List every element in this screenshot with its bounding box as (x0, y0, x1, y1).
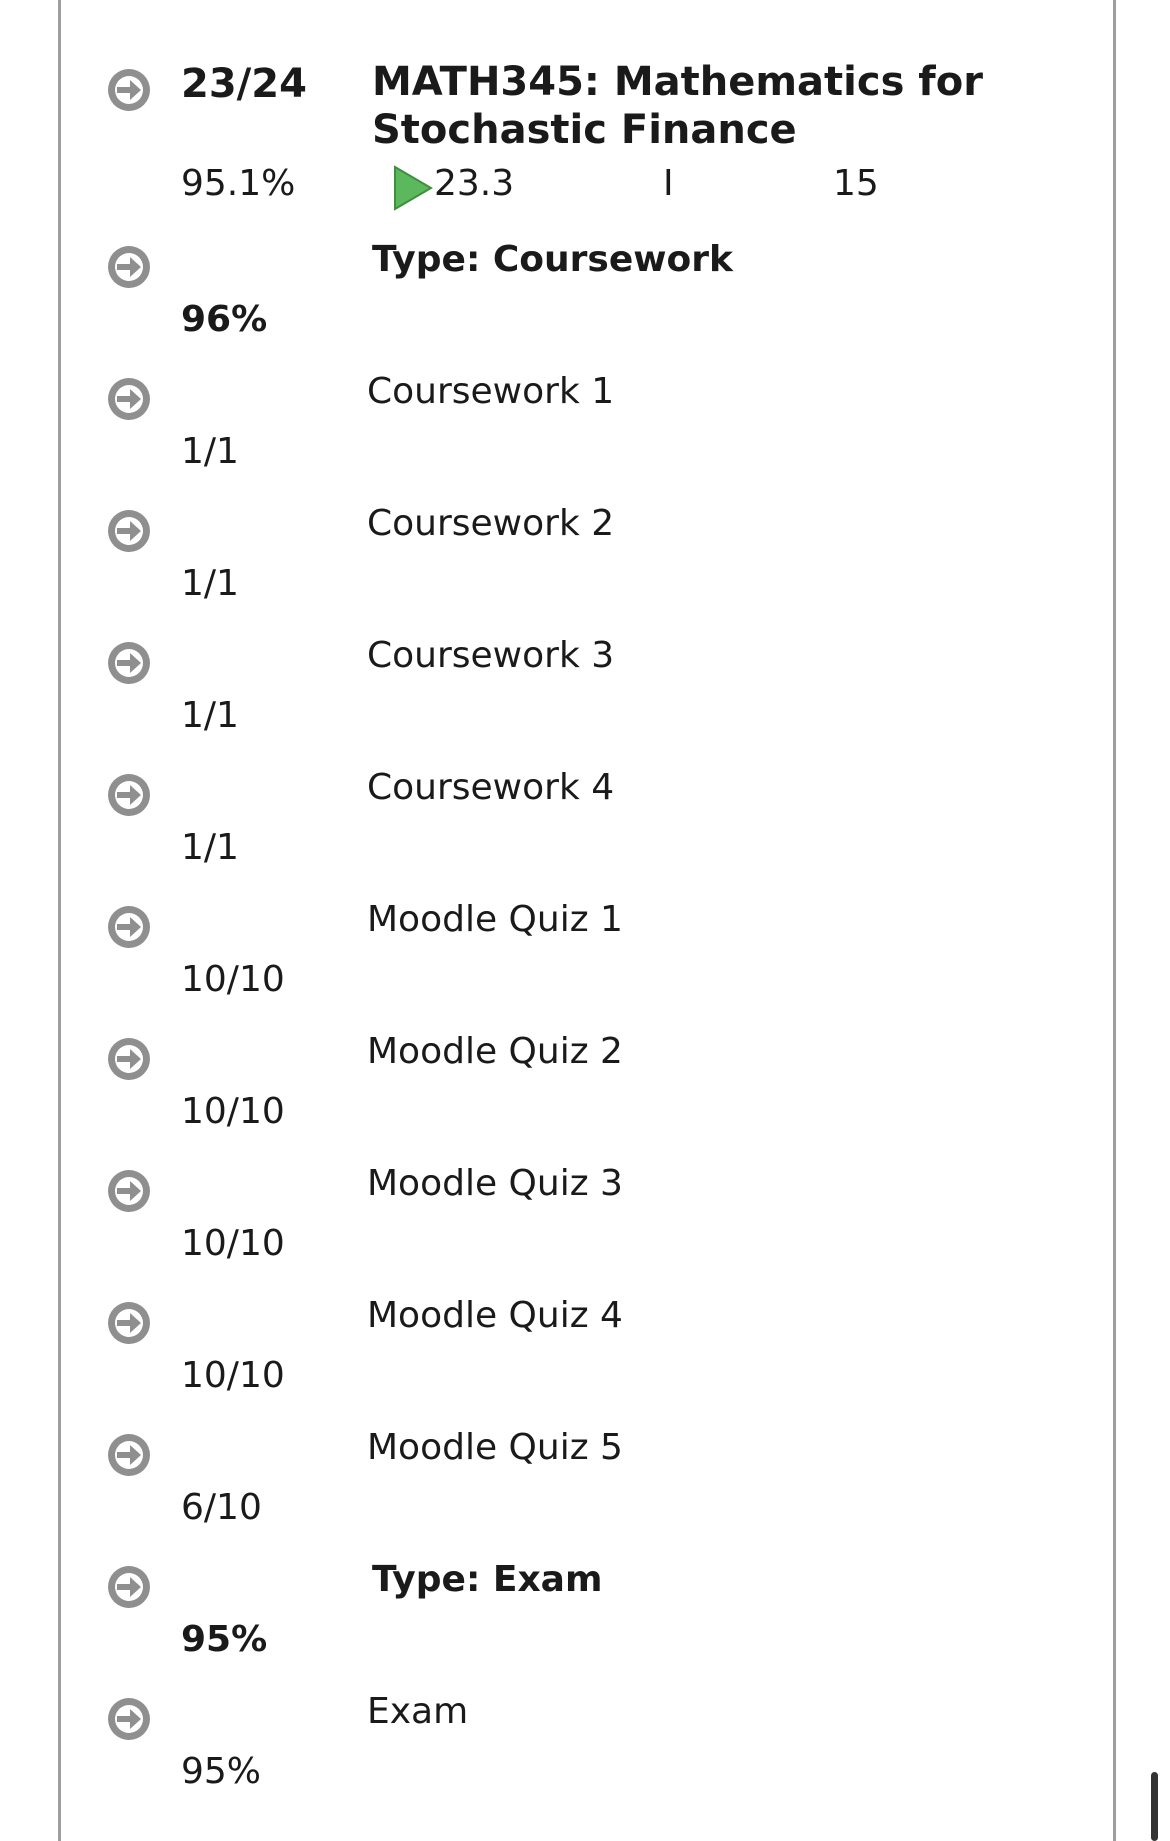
item-score: 1/1 (181, 695, 239, 736)
arrow-right-icon[interactable] (106, 1564, 152, 1610)
item-score: 1/1 (181, 431, 239, 472)
arrow-right-icon[interactable] (106, 904, 152, 950)
arrow-right-icon[interactable] (106, 1036, 152, 1082)
section-percent: 95% (181, 1619, 268, 1660)
item-score: 10/10 (181, 1223, 285, 1264)
item-name[interactable]: Coursework 4 (367, 770, 614, 806)
arrow-right-icon[interactable] (106, 1300, 152, 1346)
arrow-right-icon[interactable] (106, 67, 152, 113)
item-score: 10/10 (181, 1355, 285, 1396)
section-row-coursework[interactable]: Type: Coursework 96% (0, 230, 1170, 350)
item-score: 10/10 (181, 959, 285, 1000)
grade-item-row[interactable]: Coursework 4 1/1 (0, 758, 1170, 878)
arrow-right-icon[interactable] (106, 244, 152, 290)
grade-item-row[interactable]: Moodle Quiz 4 10/10 (0, 1286, 1170, 1406)
grade-item-row[interactable]: Moodle Quiz 1 10/10 (0, 890, 1170, 1010)
grade-item-row[interactable]: Coursework 2 1/1 (0, 494, 1170, 614)
grade-item-row[interactable]: Coursework 3 1/1 (0, 626, 1170, 746)
grade-item-row[interactable]: Moodle Quiz 2 10/10 (0, 1022, 1170, 1142)
section-heading: Type: Coursework (372, 239, 733, 280)
course-title[interactable]: MATH345: Mathematics for Stochastic Fina… (372, 58, 1012, 154)
arrow-right-icon[interactable] (106, 376, 152, 422)
course-grade-letter: I (663, 163, 674, 204)
section-row-exam[interactable]: Type: Exam 95% (0, 1550, 1170, 1670)
item-name[interactable]: Coursework 2 (367, 506, 614, 542)
course-score: 23/24 (181, 61, 307, 107)
arrow-right-icon[interactable] (106, 508, 152, 554)
scrollbar[interactable] (1151, 1772, 1158, 1841)
item-name[interactable]: Coursework 1 (367, 374, 614, 410)
item-name[interactable]: Moodle Quiz 5 (367, 1430, 623, 1466)
course-percent: 95.1% (181, 163, 296, 204)
arrow-right-icon[interactable] (106, 1168, 152, 1214)
item-name[interactable]: Moodle Quiz 2 (367, 1034, 623, 1070)
play-trend-icon (393, 165, 433, 211)
arrow-right-icon[interactable] (106, 1696, 152, 1742)
grade-item-row[interactable]: Moodle Quiz 3 10/10 (0, 1154, 1170, 1274)
arrow-right-icon[interactable] (106, 772, 152, 818)
item-score: 95% (181, 1751, 262, 1792)
item-score: 10/10 (181, 1091, 285, 1132)
course-trend-value: 23.3 (434, 163, 515, 204)
item-name[interactable]: Moodle Quiz 3 (367, 1166, 623, 1202)
course-rank: 15 (833, 163, 879, 204)
grade-item-row[interactable]: Moodle Quiz 5 6/10 (0, 1418, 1170, 1538)
course-row[interactable]: 23/24 MATH345: Mathematics for Stochasti… (0, 0, 1170, 220)
grade-item-row[interactable]: Exam 95% (0, 1682, 1170, 1802)
arrow-right-icon[interactable] (106, 640, 152, 686)
section-percent: 96% (181, 299, 268, 340)
grade-item-row[interactable]: Coursework 1 1/1 (0, 362, 1170, 482)
item-score: 1/1 (181, 563, 239, 604)
item-name[interactable]: Moodle Quiz 1 (367, 902, 623, 938)
item-name[interactable]: Exam (367, 1694, 468, 1730)
section-heading: Type: Exam (372, 1559, 603, 1600)
course-title-text[interactable]: MATH345: Mathematics for Stochastic Fina… (372, 59, 983, 153)
arrow-right-icon[interactable] (106, 1432, 152, 1478)
item-name[interactable]: Coursework 3 (367, 638, 614, 674)
item-score: 1/1 (181, 827, 239, 868)
item-score: 6/10 (181, 1487, 262, 1528)
item-name[interactable]: Moodle Quiz 4 (367, 1298, 623, 1334)
